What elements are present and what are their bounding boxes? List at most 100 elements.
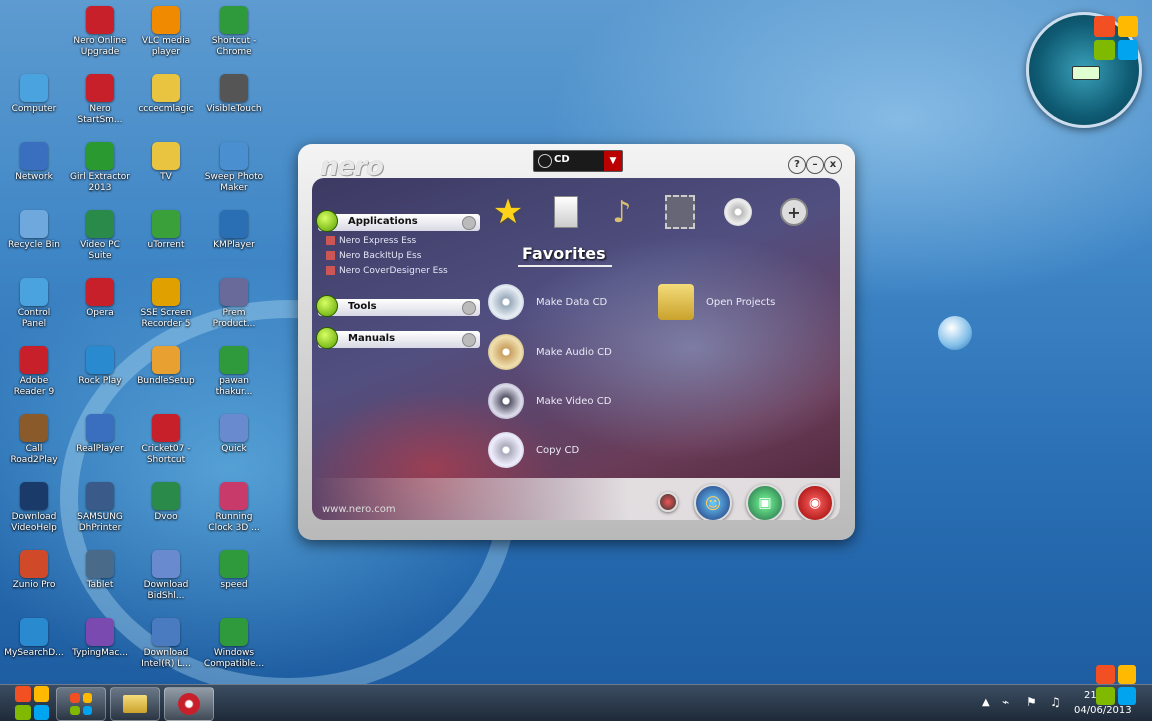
desktop-icon[interactable]: SAMSUNG DhPrinter	[66, 482, 134, 534]
desktop-icon[interactable]: TV	[132, 142, 200, 183]
desktop-icon[interactable]: Video PC Suite	[66, 210, 134, 262]
desktop-icon[interactable]: Rock Play	[66, 346, 134, 387]
tools-label: Tools	[348, 301, 377, 312]
cd-icon	[538, 154, 552, 168]
desktop-icon[interactable]: Windows Compatible...	[200, 618, 268, 670]
tools-section[interactable]: Tools	[316, 295, 480, 317]
desktop-icon[interactable]: VLC media player	[132, 6, 200, 58]
manuals-section[interactable]: Manuals	[316, 327, 480, 349]
photo-button[interactable]: ▣	[746, 484, 784, 520]
start-button[interactable]	[10, 685, 54, 721]
desktop-icon[interactable]: Nero StartSm...	[66, 74, 134, 126]
task-make-audio-cd[interactable]: Make Audio CD	[488, 334, 612, 370]
minimize-button[interactable]: –	[806, 156, 824, 174]
desktop-icon[interactable]: Sweep Photo Maker	[200, 142, 268, 194]
desktop-icon[interactable]: Adobe Reader 9	[0, 346, 68, 398]
desktop-icon-label: BundleSetup	[137, 376, 195, 386]
collapse-icon[interactable]	[462, 216, 476, 230]
task-make-data-cd[interactable]: Make Data CD	[488, 284, 607, 320]
applications-section[interactable]: Applications	[316, 210, 480, 232]
desktop-icon[interactable]: cccecmlagic	[132, 74, 200, 115]
desktop-icon-label: KMPlayer	[213, 240, 255, 250]
desktop-icon[interactable]: Control Panel	[0, 278, 68, 330]
desktop-icon[interactable]: Opera	[66, 278, 134, 319]
tab-favorites[interactable]: ★	[488, 192, 528, 232]
desktop-icon[interactable]: pawan thakur...	[200, 346, 268, 398]
task-make-video-cd[interactable]: Make Video CD	[488, 383, 611, 419]
desktop-icon-label: TypingMac...	[72, 648, 128, 658]
desktop-icon[interactable]: uTorrent	[132, 210, 200, 251]
desktop-icon[interactable]: BundleSetup	[132, 346, 200, 387]
desktop-icon[interactable]: Download VideoHelp	[0, 482, 68, 534]
footer-url[interactable]: www.nero.com	[322, 504, 396, 515]
nero-home-button[interactable]: ◉	[796, 484, 834, 520]
desktop-icon[interactable]: Tablet	[66, 550, 134, 591]
desktop-icon[interactable]: speed	[200, 550, 268, 591]
desktop-icon[interactable]: KMPlayer	[200, 210, 268, 251]
desktop-icon[interactable]: Dvoo	[132, 482, 200, 523]
desktop-icon[interactable]: Network	[0, 142, 68, 183]
desktop-icon-label: SSE Screen Recorder 5	[140, 308, 192, 329]
desktop-icon-label: Girl Extractor 2013	[70, 172, 130, 193]
app-item-nero-coverdesigner[interactable]: Nero CoverDesigner Ess	[326, 266, 448, 276]
desktop-icon[interactable]: Recycle Bin	[0, 210, 68, 251]
windows-icon	[70, 693, 92, 715]
app-icon	[152, 482, 180, 510]
close-button[interactable]: x	[824, 156, 842, 174]
nero-flame-icon: ◉	[808, 495, 822, 511]
app-item-nero-express[interactable]: Nero Express Ess	[326, 236, 416, 246]
app-icon	[220, 6, 248, 34]
expand-icon[interactable]	[462, 333, 476, 347]
app-item-nero-backitup[interactable]: Nero BackItUp Ess	[326, 251, 421, 261]
expand-icon[interactable]	[462, 301, 476, 315]
desktop-icon-label: speed	[220, 580, 248, 590]
chevron-down-icon[interactable]: ▼	[604, 151, 622, 171]
desktop-icon[interactable]: Call Road2Play	[0, 414, 68, 466]
desktop-icon[interactable]: Prem Product...	[200, 278, 268, 330]
nero-startsmart-window[interactable]: nero CD ▼ ? – x Applications Nero Expres…	[298, 144, 855, 540]
desktop-icon[interactable]: Shortcut - Chrome	[200, 6, 268, 58]
taskbar-explorer-button[interactable]	[110, 687, 160, 721]
users-button[interactable]: ☺	[694, 484, 732, 520]
tray-flag-icon[interactable]: ⚑	[1026, 695, 1037, 709]
task-copy-cd[interactable]: Copy CD	[488, 432, 579, 468]
desktop-icon[interactable]	[0, 6, 68, 48]
desktop-icon[interactable]: Nero Online Upgrade	[66, 6, 134, 58]
tab-audio[interactable]: ♪	[602, 192, 642, 232]
desktop-icon[interactable]: Girl Extractor 2013	[66, 142, 134, 194]
task-open-projects[interactable]: Open Projects	[658, 284, 775, 320]
desktop-icon-label: Call Road2Play	[10, 444, 58, 465]
taskbar: ▲ ⌁ ⚑ ♫ 21 04/06/2013	[0, 665, 1152, 721]
small-globe-button[interactable]	[658, 492, 678, 512]
app-icon	[20, 618, 48, 646]
tab-copy-backup[interactable]	[718, 192, 758, 232]
desktop-icon[interactable]: VisibleTouch	[200, 74, 268, 115]
audio-disc-icon	[488, 334, 524, 370]
tab-extras[interactable]: +	[774, 192, 814, 232]
taskbar-nero-button[interactable]	[164, 687, 214, 721]
desktop-icon[interactable]: SSE Screen Recorder 5	[132, 278, 200, 330]
clock-date[interactable]: 04/06/2013	[1074, 705, 1132, 716]
tab-data[interactable]	[546, 192, 586, 232]
desktop-icon[interactable]: Quick	[200, 414, 268, 455]
desktop-icon[interactable]: Running Clock 3D ...	[200, 482, 268, 534]
desktop-icon[interactable]: Download Intel(R) L...	[132, 618, 200, 670]
desktop-icon[interactable]: Cricket07 - Shortcut	[132, 414, 200, 466]
desktop-icon[interactable]: MySearchD...	[0, 618, 68, 659]
desktop-icon[interactable]: TypingMac...	[66, 618, 134, 659]
desktop-icon[interactable]: Download BidShl...	[132, 550, 200, 602]
tray-network-icon[interactable]: ⌁	[1002, 695, 1009, 709]
media-type-dropdown[interactable]: CD ▼	[533, 150, 623, 172]
folder-icon	[658, 284, 694, 320]
help-button[interactable]: ?	[788, 156, 806, 174]
desktop-icon[interactable]: Zunio Pro	[0, 550, 68, 591]
tab-photo-video[interactable]	[660, 192, 700, 232]
app-icon	[86, 550, 114, 578]
film-icon	[665, 195, 695, 229]
desktop-icon[interactable]: Computer	[0, 74, 68, 115]
taskbar-windows-button[interactable]	[56, 687, 106, 721]
desktop-icon[interactable]: RealPlayer	[66, 414, 134, 455]
clock-time[interactable]: 21	[1084, 690, 1097, 701]
tray-volume-icon[interactable]: ♫	[1050, 695, 1061, 709]
tray-show-hidden-icon[interactable]: ▲	[982, 697, 990, 708]
